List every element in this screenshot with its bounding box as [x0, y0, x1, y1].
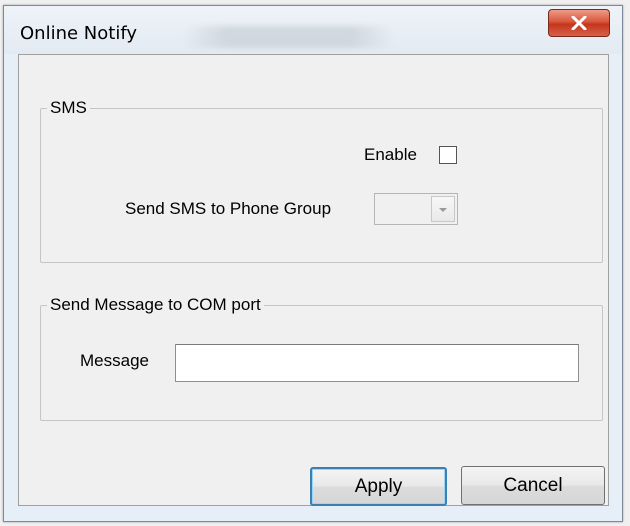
com-port-legend: Send Message to COM port — [47, 295, 264, 315]
title-bar[interactable]: Online Notify — [4, 6, 622, 54]
apply-button[interactable]: Apply — [310, 467, 447, 506]
message-label: Message — [80, 351, 149, 370]
dropdown-arrow-button[interactable] — [431, 196, 455, 222]
sms-groupbox: SMS Enable Send SMS to Phone Group — [40, 98, 603, 263]
chevron-down-icon — [438, 200, 448, 218]
enable-checkbox[interactable] — [439, 146, 457, 164]
message-input[interactable] — [175, 344, 579, 382]
cancel-button[interactable]: Cancel — [461, 466, 605, 505]
dialog-window: Online Notify SMS Enable Send SMS to Pho… — [3, 5, 623, 522]
dialog-client-area: SMS Enable Send SMS to Phone Group Send … — [18, 54, 609, 506]
enable-label: Enable — [364, 145, 417, 164]
sms-legend: SMS — [47, 98, 90, 118]
close-button[interactable] — [548, 9, 610, 37]
background-blur — [184, 26, 394, 48]
close-icon — [571, 16, 587, 30]
window-title: Online Notify — [20, 23, 137, 44]
com-port-groupbox: Send Message to COM port Message — [40, 295, 603, 421]
phone-group-label: Send SMS to Phone Group — [125, 199, 332, 218]
phone-group-select[interactable] — [374, 193, 458, 225]
